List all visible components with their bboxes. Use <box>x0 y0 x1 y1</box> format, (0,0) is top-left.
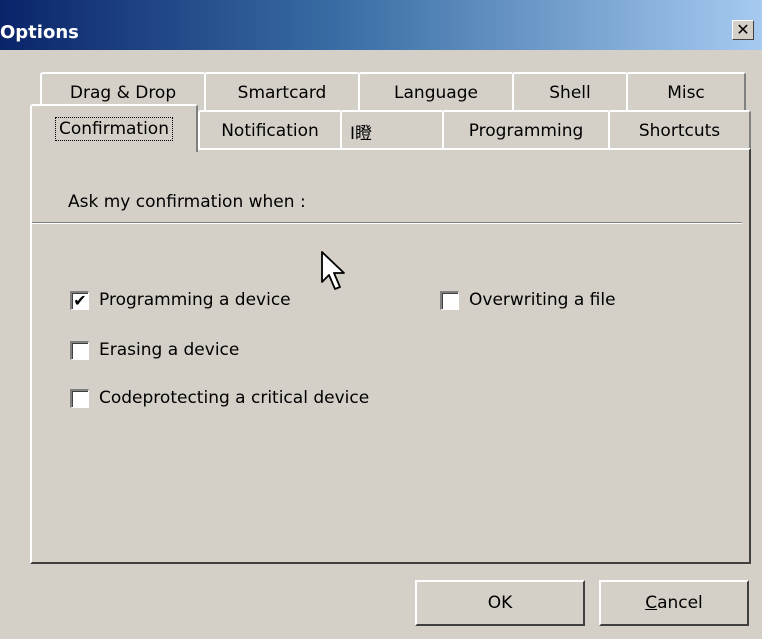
tab-shell[interactable]: Shell <box>512 72 628 112</box>
checkbox-unchecked-icon[interactable] <box>70 388 89 408</box>
checkbox-label: Erasing a device <box>99 340 240 360</box>
section-divider <box>32 222 742 224</box>
tab-smartcard[interactable]: Smartcard <box>204 72 360 112</box>
cancel-label: Cancel <box>645 593 703 613</box>
checkbox-unchecked-icon[interactable] <box>70 340 89 360</box>
close-button[interactable]: ✕ <box>732 20 754 40</box>
section-label: Ask my confirmation when : <box>68 192 306 212</box>
confirmation-panel: Ask my confirmation when : ✔ Programming… <box>30 148 751 564</box>
checkbox-erasing-a-device[interactable]: Erasing a device <box>70 340 239 360</box>
checkbox-overwriting-a-file[interactable]: Overwriting a file <box>440 290 616 310</box>
cancel-button[interactable]: Cancel <box>599 580 749 626</box>
tab-confirmation[interactable]: Confirmation <box>30 104 198 152</box>
tab-programming[interactable]: Programming <box>442 110 610 150</box>
tab-confirmation-label: Confirmation <box>55 117 173 141</box>
checkbox-programming-a-device[interactable]: ✔ Programming a device <box>70 290 291 310</box>
tab-language[interactable]: Language <box>358 72 514 112</box>
tab-shortcuts[interactable]: Shortcuts <box>608 110 751 150</box>
ok-button[interactable]: OK <box>415 580 585 626</box>
checkbox-label: Codeprotecting a critical device <box>99 388 370 408</box>
checkbox-label: Programming a device <box>99 290 291 310</box>
tab-notification[interactable]: Notification <box>198 110 342 150</box>
checkbox-unchecked-icon[interactable] <box>440 290 459 310</box>
mouse-pointer-icon <box>321 251 345 290</box>
title-bar: Options ✕ <box>0 0 762 50</box>
checkbox-label: Overwriting a file <box>469 290 616 310</box>
window-title: Options <box>0 22 79 43</box>
tab-misc[interactable]: Misc <box>626 72 746 112</box>
tab-garbled[interactable]: I瞪 <box>340 110 444 150</box>
checkbox-checked-icon[interactable]: ✔ <box>70 290 89 310</box>
close-icon: ✕ <box>736 20 750 39</box>
checkbox-codeprotecting-critical-device[interactable]: Codeprotecting a critical device <box>70 388 369 408</box>
